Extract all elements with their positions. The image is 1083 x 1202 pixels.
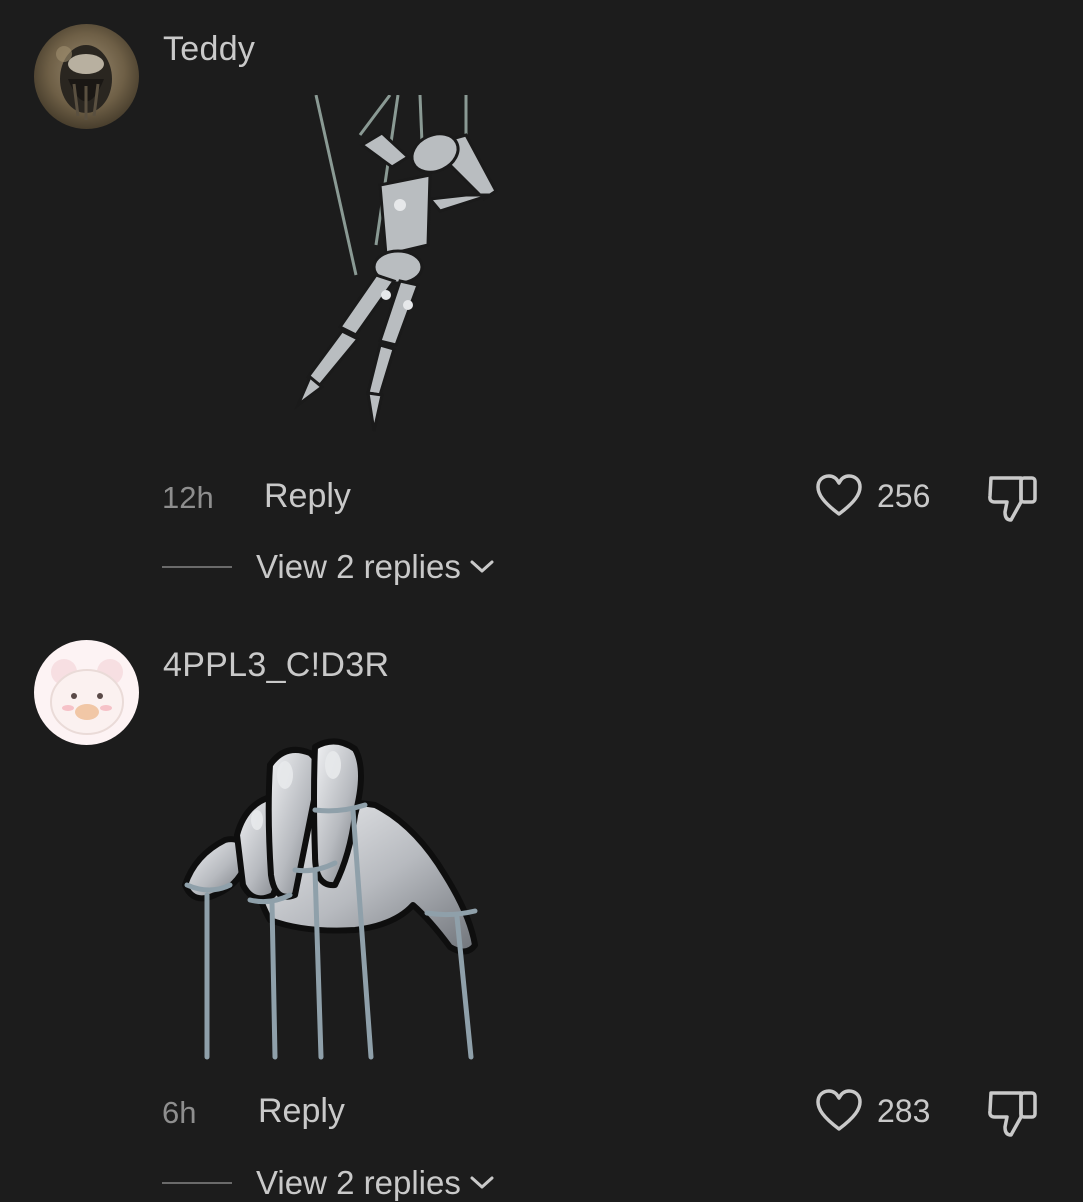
chevron-down-icon: [470, 560, 494, 573]
timestamp: 12h: [162, 480, 214, 515]
like-count: 283: [877, 1092, 931, 1129]
view-replies-button[interactable]: View 2 replies: [162, 548, 495, 586]
timestamp: 6h: [162, 1095, 197, 1130]
view-replies-button[interactable]: View 2 replies: [162, 1164, 495, 1202]
avatar[interactable]: [34, 640, 139, 745]
like-button[interactable]: 256: [815, 474, 930, 518]
heart-icon: [816, 474, 862, 516]
username[interactable]: Teddy: [163, 30, 255, 69]
reply-button[interactable]: Reply: [258, 1092, 345, 1131]
comment-actions: 6h Reply 283: [0, 1087, 1083, 1137]
thumbs-down-icon[interactable]: [985, 1089, 1041, 1137]
view-replies-label: View 2 replies: [256, 1164, 461, 1201]
puppeteer-hand-sticker: [182, 738, 478, 1060]
divider: [162, 566, 232, 568]
heart-icon: [816, 1089, 862, 1131]
like-count: 256: [877, 477, 931, 514]
avatar[interactable]: [34, 24, 139, 129]
like-button[interactable]: 283: [815, 1089, 930, 1133]
chevron-down-icon: [470, 1176, 494, 1189]
divider: [162, 1182, 232, 1184]
username[interactable]: 4PPL3_C!D3R: [163, 646, 389, 685]
view-replies-label: View 2 replies: [256, 548, 461, 585]
reply-button[interactable]: Reply: [264, 477, 351, 516]
comment-actions: 12h Reply 256: [0, 472, 1083, 522]
thumbs-down-icon[interactable]: [985, 474, 1041, 522]
marionette-sticker: [294, 95, 498, 432]
